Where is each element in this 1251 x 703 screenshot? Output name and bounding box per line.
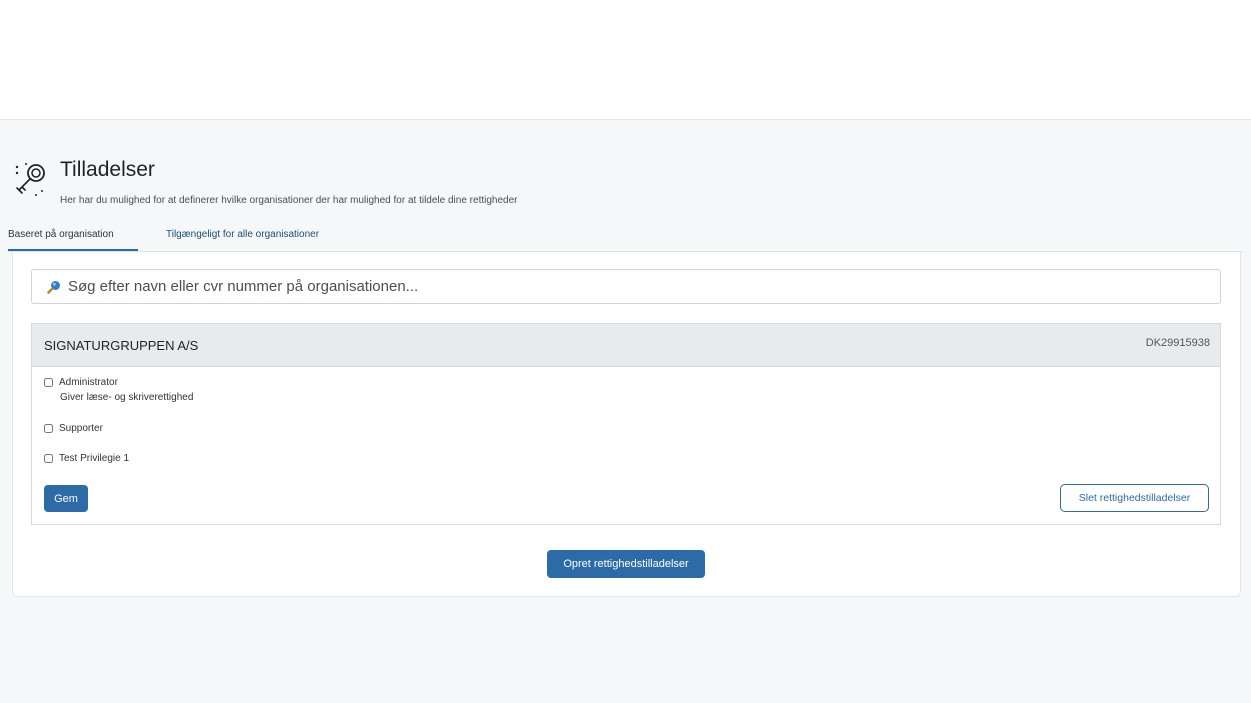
permission-label: Supporter [59,422,103,434]
magnifier-icon [47,280,61,294]
search-input[interactable] [68,271,1208,302]
permissions-card: SIGNATURGRUPPEN A/S DK29915938 Administr… [12,252,1241,597]
tab-available-for-all[interactable]: Tilgængeligt for alle organisationer [166,222,319,250]
organization-name: SIGNATURGRUPPEN A/S [44,338,199,353]
create-permissions-button[interactable]: Opret rettighedstilladelser [547,550,705,578]
permission-item: Administrator Giver læse- og skriveretti… [44,376,193,403]
permission-checkbox-test-privilegie[interactable] [44,453,53,463]
search-box [31,269,1221,304]
key-icon [12,158,48,198]
organization-header: SIGNATURGRUPPEN A/S DK29915938 [32,324,1220,367]
tab-based-on-organisation[interactable]: Baseret på organisation [8,222,138,251]
permission-item: Test Privilegie 1 [44,452,129,464]
delete-permissions-button[interactable]: Slet rettighedstilladelser [1060,484,1209,512]
top-bar [0,0,1251,120]
page-header: Tilladelser Her har du mulighed for at d… [12,156,1242,206]
permission-label: Administrator [59,376,118,388]
permission-item: Supporter [44,422,103,434]
organization-cvr: DK29915938 [1145,337,1210,349]
permission-label: Test Privilegie 1 [59,452,130,464]
permission-checkbox-supporter[interactable] [44,423,53,433]
permission-description: Giver læse- og skriverettighed [60,392,194,403]
page-title: Tilladelser [60,158,155,181]
organization-panel: SIGNATURGRUPPEN A/S DK29915938 Administr… [31,323,1221,525]
page-subtitle: Her har du mulighed for at definerer hvi… [60,195,518,206]
save-button[interactable]: Gem [44,485,88,512]
tab-bar: Baseret på organisation Tilgængeligt for… [8,222,1243,252]
permission-checkbox-administrator[interactable] [44,377,53,387]
